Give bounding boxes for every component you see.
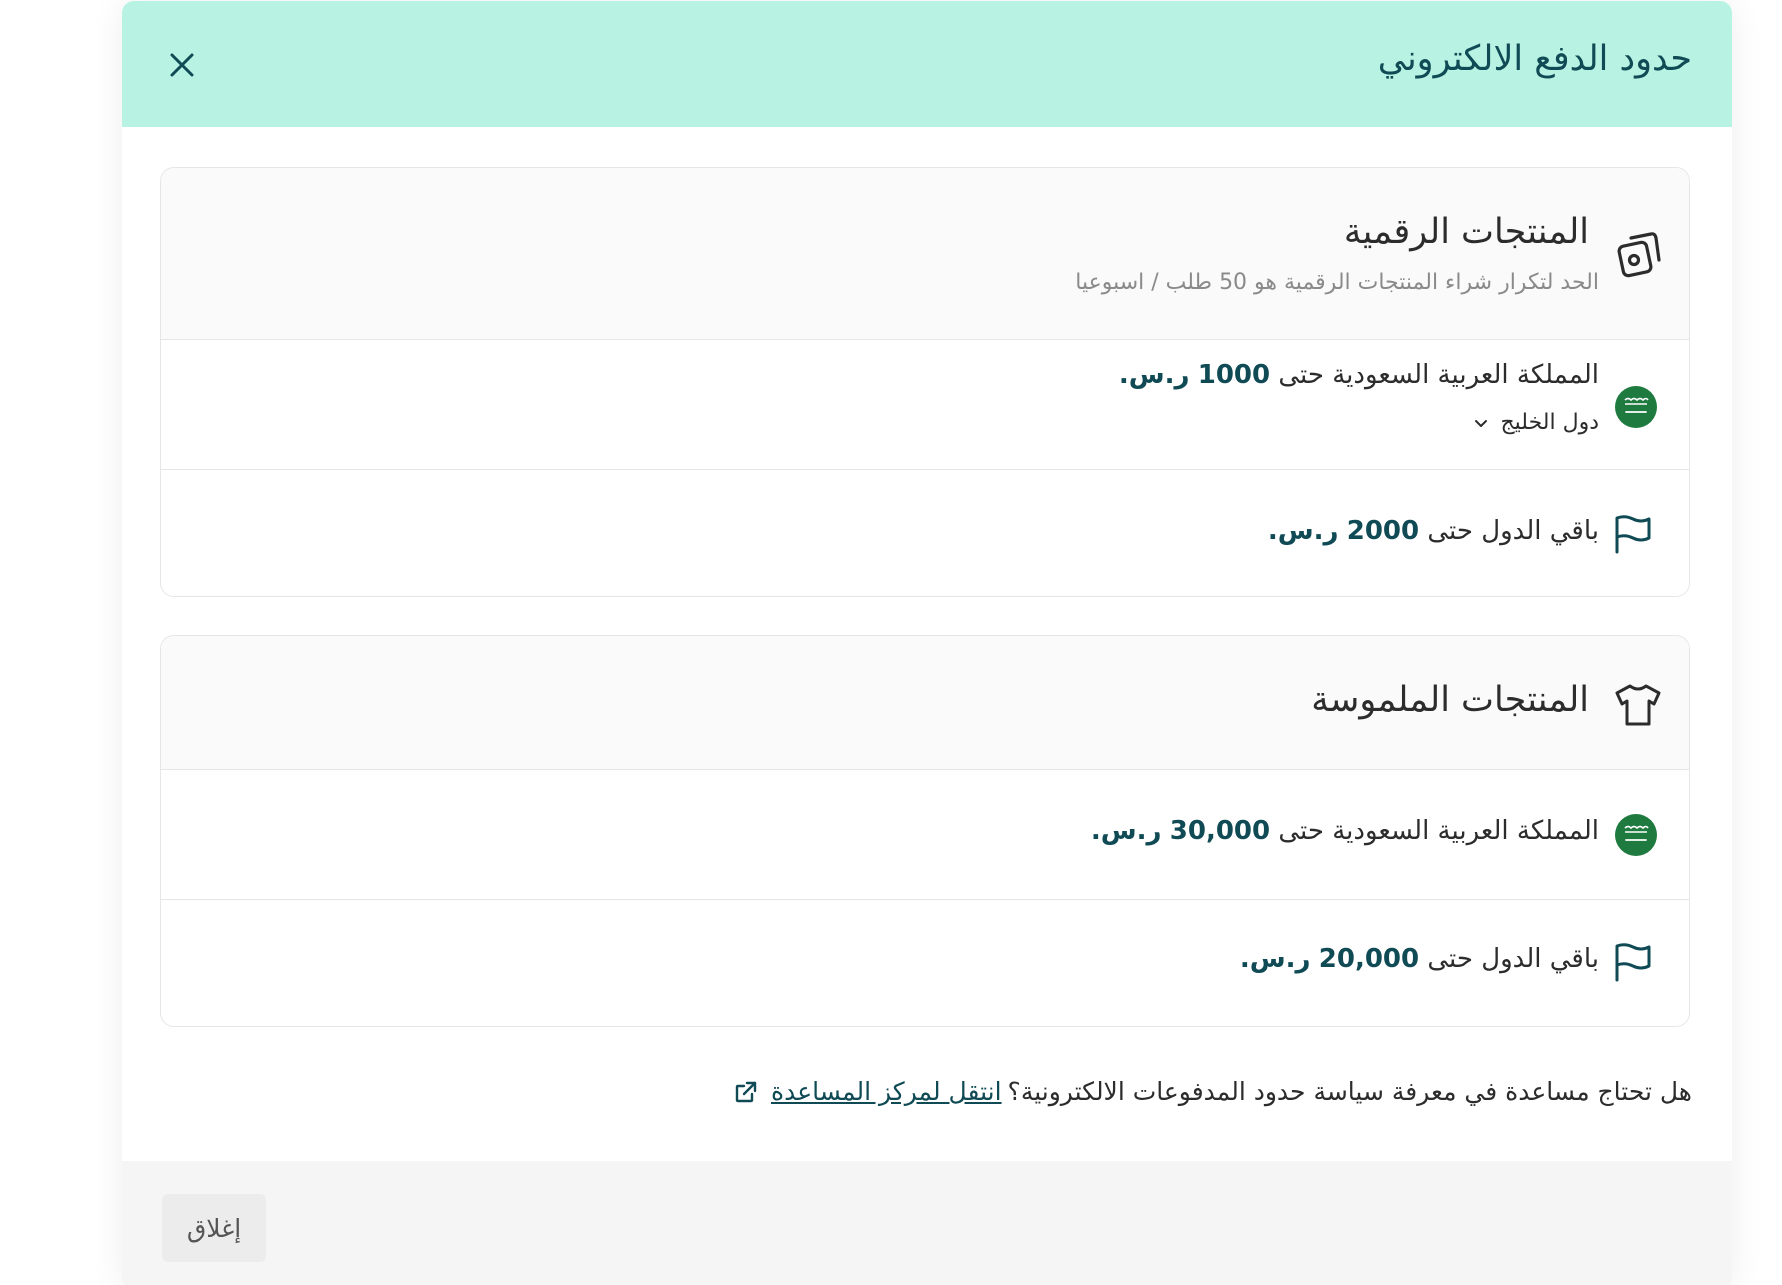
physical-products-card: المنتجات الملموسة المملكة العربية السعود…: [160, 635, 1690, 1027]
digital-others-row: باقي الدول حتى 2000 ر.س.: [161, 470, 1689, 596]
digital-products-header: المنتجات الرقمية الحد لتكرار شراء المنتج…: [161, 168, 1689, 340]
digital-saudi-row: المملكة العربية السعودية حتى 1000 ر.س. د…: [161, 340, 1689, 470]
saudi-flag-icon: [1615, 386, 1657, 428]
external-link-icon[interactable]: [733, 1079, 759, 1105]
chevron-down-icon: [1475, 419, 1488, 427]
physical-saudi-limit: المملكة العربية السعودية حتى 30,000 ر.س.: [1090, 816, 1599, 846]
close-icon: [170, 53, 194, 77]
digital-products-card: المنتجات الرقمية الحد لتكرار شراء المنتج…: [160, 167, 1690, 597]
gulf-countries-toggle[interactable]: دول الخليج: [1472, 410, 1599, 435]
help-text: هل تحتاج مساعدة في معرفة سياسة حدود المد…: [733, 1077, 1692, 1106]
help-question: هل تحتاج مساعدة في معرفة سياسة حدود المد…: [1007, 1077, 1692, 1106]
physical-others-limit: باقي الدول حتى 20,000 ر.س.: [1239, 944, 1599, 974]
physical-products-header: المنتجات الملموسة: [161, 636, 1689, 770]
payment-limits-modal: حدود الدفع الالكتروني المنتجات الرقمية ا…: [122, 1, 1732, 1285]
physical-others-row: باقي الدول حتى 20,000 ر.س.: [161, 900, 1689, 1026]
modal-header: حدود الدفع الالكتروني: [122, 1, 1732, 127]
digital-product-icon: [1617, 232, 1661, 278]
physical-saudi-row: المملكة العربية السعودية حتى 30,000 ر.س.: [161, 770, 1689, 900]
modal-title: حدود الدفع الالكتروني: [1377, 39, 1692, 79]
digital-others-limit: باقي الدول حتى 2000 ر.س.: [1267, 516, 1599, 546]
digital-products-title: المنتجات الرقمية: [1343, 212, 1589, 252]
flag-icon: [1615, 515, 1651, 554]
flag-icon: [1615, 943, 1651, 982]
modal-footer: إغلاق: [122, 1161, 1732, 1285]
tshirt-icon: [1615, 684, 1661, 726]
close-button[interactable]: [162, 45, 202, 85]
saudi-flag-icon: [1615, 814, 1657, 856]
physical-products-title: المنتجات الملموسة: [1311, 680, 1589, 720]
digital-products-subtitle: الحد لتكرار شراء المنتجات الرقمية هو 50 …: [1075, 270, 1599, 295]
close-footer-button[interactable]: إغلاق: [162, 1194, 266, 1262]
help-center-link[interactable]: انتقل لمركز المساعدة: [771, 1077, 1002, 1106]
digital-saudi-limit: المملكة العربية السعودية حتى 1000 ر.س.: [1118, 360, 1599, 390]
